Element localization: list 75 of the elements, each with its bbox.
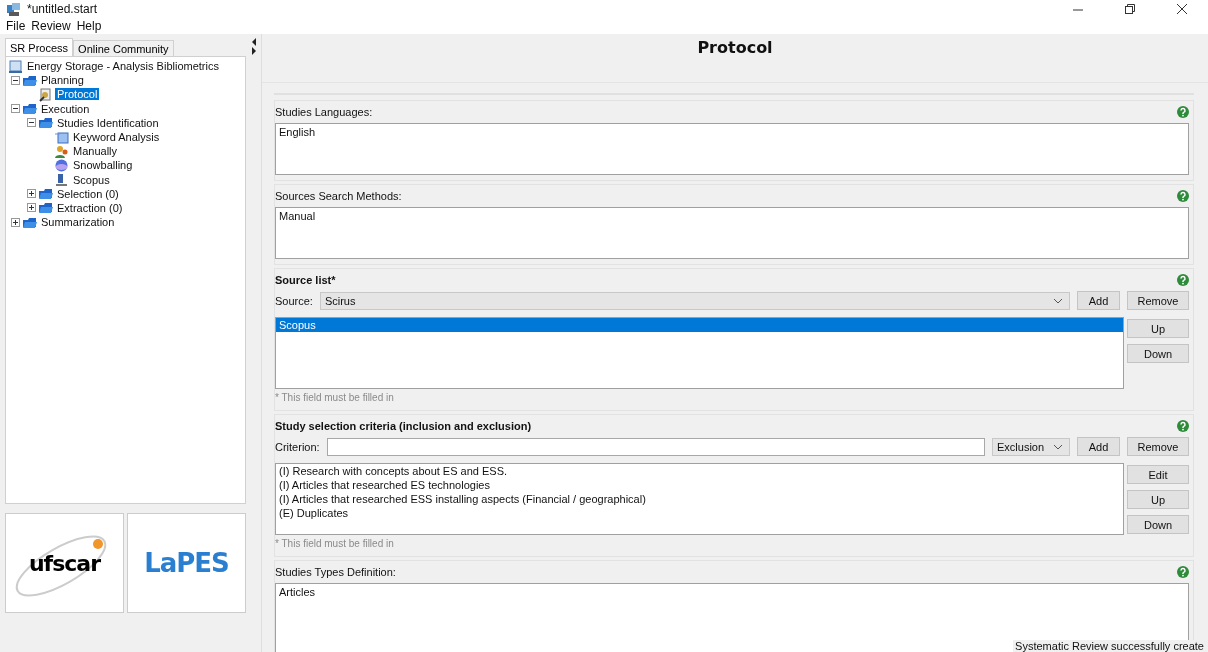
app-icon xyxy=(6,1,21,17)
tree-item[interactable]: Planning xyxy=(39,74,86,87)
folder-icon xyxy=(38,115,53,131)
people-icon xyxy=(54,143,69,159)
section-label: Sources Search Methods: xyxy=(275,190,402,202)
chevron-icon xyxy=(1053,443,1063,450)
tree-item[interactable]: Energy Storage - Analysis Bibliometrics xyxy=(25,60,221,73)
tree-item[interactable]: Keyword Analysis xyxy=(71,131,162,144)
list-item[interactable]: (I) Articles that researched ES technologies xyxy=(276,478,1123,492)
status-text: Systematic Review successfully create xyxy=(1015,640,1204,652)
menu-item[interactable]: File xyxy=(3,18,29,34)
keyword-icon xyxy=(54,129,69,145)
splitter-arrows-icon[interactable] xyxy=(252,38,257,55)
section-label: Source list* xyxy=(275,274,336,286)
action-button[interactable]: Up xyxy=(1127,490,1189,509)
list-item[interactable]: (I) Articles that researched ESS installing aspects (Financial / geographical) xyxy=(276,492,1123,506)
tab[interactable]: SR Process xyxy=(5,38,74,56)
action-button[interactable]: Down xyxy=(1127,515,1189,534)
expand-icon[interactable] xyxy=(11,217,20,227)
action-button[interactable]: Remove xyxy=(1127,437,1189,456)
field-label: Criterion: xyxy=(275,440,320,453)
action-button[interactable]: Down xyxy=(1127,344,1189,363)
collapse-icon[interactable] xyxy=(27,118,36,128)
hint-text: * This field must be filled in xyxy=(275,391,395,405)
tree-item[interactable]: Summarization xyxy=(39,216,117,229)
menu-item[interactable]: Help xyxy=(73,18,105,34)
help-icon[interactable] xyxy=(1177,420,1189,432)
field-label: Source: xyxy=(275,294,313,307)
source-dropdown[interactable]: Scirus xyxy=(319,291,1070,310)
action-button[interactable]: Add xyxy=(1077,437,1120,456)
tree-item[interactable]: Execution xyxy=(39,102,92,115)
document-icon xyxy=(38,86,53,102)
type-dropdown[interactable]: Exclusion xyxy=(992,437,1070,456)
tab[interactable]: Online Community xyxy=(73,40,174,56)
help-icon[interactable] xyxy=(1177,106,1189,118)
list-item[interactable]: Scopus xyxy=(276,318,1123,332)
criterion-field[interactable] xyxy=(326,437,985,456)
list-item[interactable]: (I) Research with concepts about ES and ESS. xyxy=(276,464,1123,478)
window-title: *untitled.start xyxy=(27,2,98,16)
expand-icon[interactable] xyxy=(27,203,36,213)
action-button[interactable]: Up xyxy=(1127,319,1189,338)
logo-text: LaPES xyxy=(144,548,229,578)
help-icon[interactable] xyxy=(1177,566,1189,578)
tree-item[interactable]: Manually xyxy=(71,145,120,158)
tree-item[interactable]: Scopus xyxy=(71,173,112,186)
collapse-icon[interactable] xyxy=(11,104,20,114)
chevron-icon xyxy=(1053,297,1063,304)
text-area[interactable]: English xyxy=(275,123,1189,175)
tree-item[interactable]: Studies Identification xyxy=(55,116,161,129)
action-button[interactable]: Edit xyxy=(1127,465,1189,484)
tree-item[interactable]: Extraction (0) xyxy=(55,201,125,214)
hint-text: * This field must be filled in xyxy=(275,537,395,551)
expand-icon[interactable] xyxy=(27,189,36,199)
menu-item[interactable]: Review xyxy=(28,18,74,34)
help-icon[interactable] xyxy=(1177,190,1189,202)
panel-title: Protocol xyxy=(262,38,1208,83)
close-icon[interactable] xyxy=(1176,3,1188,15)
text-area[interactable]: Manual xyxy=(275,207,1189,259)
tree-item[interactable]: Selection (0) xyxy=(55,187,121,200)
action-button[interactable]: Remove xyxy=(1127,291,1189,310)
logo-text: ufscar xyxy=(28,550,101,576)
collapse-icon[interactable] xyxy=(11,75,20,85)
tree-item[interactable]: Snowballing xyxy=(71,159,135,172)
folder-icon xyxy=(22,101,37,117)
section-label: Study selection criteria (inclusion and exclusion) xyxy=(275,420,532,432)
sphere-icon xyxy=(54,157,69,173)
action-button[interactable]: Add xyxy=(1077,291,1120,310)
section-label: Studies Types Definition: xyxy=(275,566,396,578)
help-icon[interactable] xyxy=(1177,274,1189,286)
folder-icon xyxy=(38,200,53,216)
restore-icon[interactable] xyxy=(1124,3,1136,15)
tree-item[interactable]: Protocol xyxy=(55,88,100,101)
folder-icon xyxy=(38,186,53,202)
list-item[interactable]: (E) Duplicates xyxy=(276,506,1123,520)
section-label: Studies Languages: xyxy=(275,106,373,118)
